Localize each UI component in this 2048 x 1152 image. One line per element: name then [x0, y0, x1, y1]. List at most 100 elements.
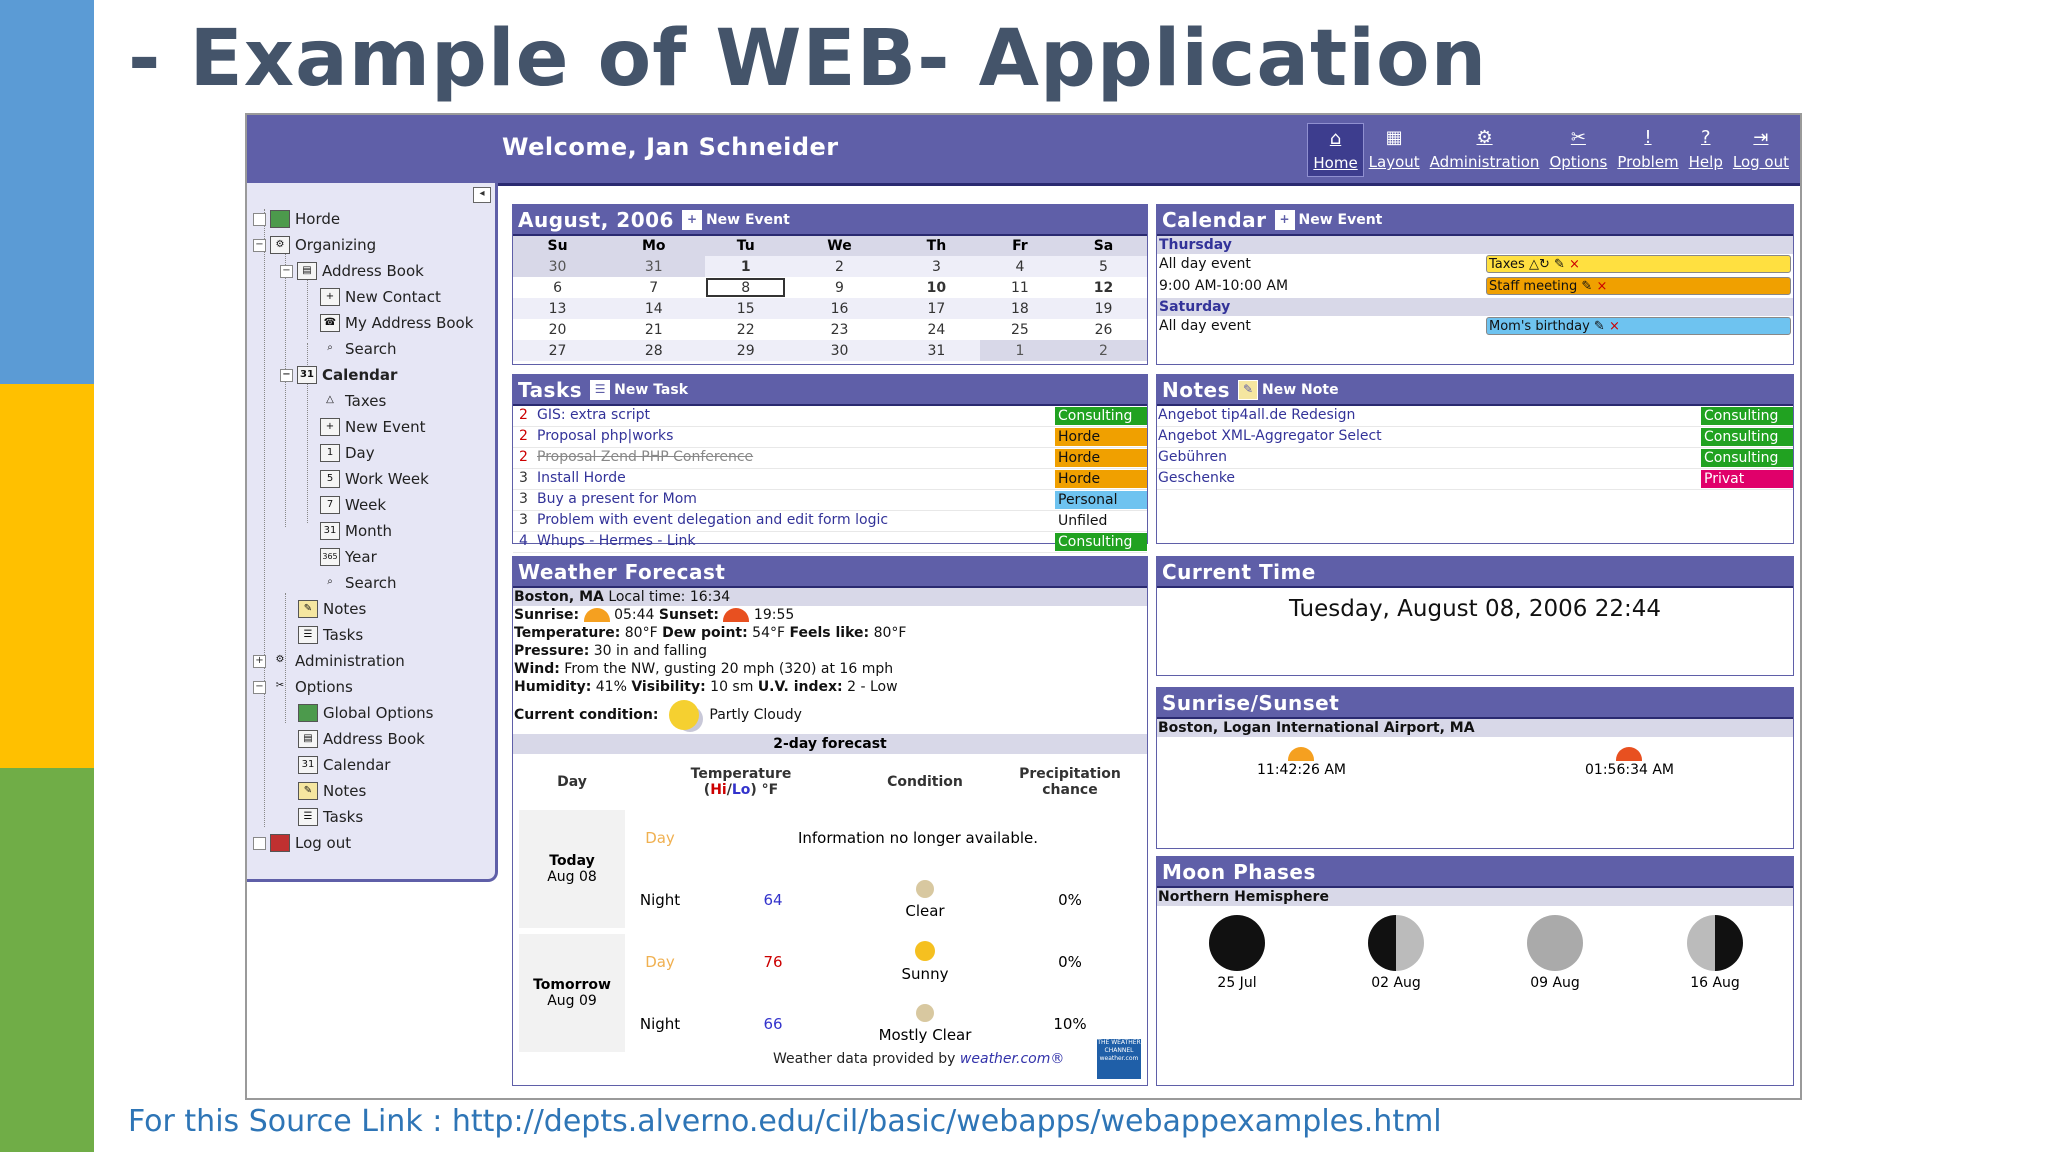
day-cell[interactable]: 5	[1059, 256, 1147, 277]
event-tag-moms-birthday[interactable]: Mom's birthday ✎ ×	[1486, 317, 1791, 335]
day-cell[interactable]: 29	[705, 340, 787, 361]
day-cell[interactable]: 23	[786, 319, 893, 340]
task-row[interactable]: 2 Proposal php|works Horde	[513, 427, 1147, 448]
delete-icon[interactable]: ×	[1596, 279, 1607, 294]
day-cell-today[interactable]: 8	[705, 277, 787, 298]
new-event-link[interactable]: New Event	[706, 212, 790, 228]
day-cell[interactable]: 11	[979, 277, 1060, 298]
day-cell[interactable]: 1	[705, 256, 787, 277]
day-cell[interactable]: 20	[513, 319, 603, 340]
day-cell[interactable]: 26	[1059, 319, 1147, 340]
sidebar-item-week[interactable]: 7 Week	[320, 493, 386, 517]
day-cell[interactable]: 10	[892, 277, 980, 298]
sidebar-item-year[interactable]: 365 Year	[320, 545, 377, 569]
edit-icon[interactable]: ✎	[1594, 319, 1605, 334]
task-row[interactable]: 2 GIS: extra script Consulting	[513, 406, 1147, 427]
new-event-icon[interactable]: +	[681, 209, 702, 230]
sidebar-item-work-week[interactable]: 5 Work Week	[320, 467, 429, 491]
tree-toggle[interactable]: −	[253, 238, 266, 252]
sidebar-item-month[interactable]: 31 Month	[320, 519, 392, 543]
sidebar-item-options[interactable]: − ✂ Options	[253, 675, 353, 699]
task-row[interactable]: 3 Install Horde Horde	[513, 469, 1147, 490]
sidebar-item-options-notes[interactable]: ✎ Notes	[298, 779, 366, 803]
sidebar-item-my-address-book[interactable]: ☎ My Address Book	[320, 311, 473, 335]
day-cell[interactable]: 28	[602, 340, 706, 361]
event-row[interactable]: All day event Mom's birthday ✎ ×	[1157, 316, 1793, 338]
sidebar-item-day[interactable]: 1 Day	[320, 441, 375, 465]
sidebar-item-new-contact[interactable]: + New Contact	[320, 285, 441, 309]
sidebar-item-notes[interactable]: ✎ Notes	[298, 597, 366, 621]
sidebar-item-search[interactable]: ⌕ Search	[320, 337, 396, 361]
day-cell[interactable]: 7	[602, 277, 706, 298]
new-event-icon[interactable]: +	[1274, 209, 1295, 230]
sidebar-item-address-book[interactable]: − ▤ Address Book	[280, 259, 424, 283]
day-cell[interactable]: 12	[1059, 277, 1147, 298]
nav-layout[interactable]: ▦ Layout	[1364, 123, 1425, 177]
task-name[interactable]: GIS: extra script	[537, 407, 650, 423]
day-cell[interactable]: 14	[602, 298, 706, 319]
task-name[interactable]: Buy a present for Mom	[537, 491, 697, 507]
tree-toggle[interactable]	[253, 212, 266, 226]
day-cell[interactable]: 31	[892, 340, 980, 361]
tree-toggle[interactable]: −	[253, 680, 266, 694]
event-row[interactable]: 9:00 AM-10:00 AM Staff meeting ✎ ×	[1157, 276, 1793, 298]
note-name[interactable]: Gebühren	[1158, 449, 1227, 465]
day-cell[interactable]: 1	[979, 340, 1060, 361]
sidebar-item-horde[interactable]: Horde	[253, 207, 340, 231]
day-cell[interactable]: 24	[892, 319, 980, 340]
note-row[interactable]: Angebot tip4all.de Redesign Consulting	[1157, 406, 1793, 427]
source-link[interactable]: http://depts.alverno.edu/cil/basic/webap…	[452, 1104, 1442, 1139]
task-row[interactable]: 3 Problem with event delegation and edit …	[513, 511, 1147, 532]
note-name[interactable]: Angebot XML-Aggregator Select	[1158, 428, 1382, 444]
task-name[interactable]: Proposal Zend PHP Conference	[537, 449, 753, 465]
day-cell[interactable]: 30	[513, 256, 603, 277]
day-cell[interactable]: 16	[786, 298, 893, 319]
nav-help[interactable]: ? Help	[1684, 123, 1728, 177]
tree-toggle[interactable]: +	[253, 654, 266, 668]
day-cell[interactable]: 30	[786, 340, 893, 361]
note-name[interactable]: Geschenke	[1158, 470, 1235, 486]
nav-logout[interactable]: ⇥ Log out	[1728, 123, 1794, 177]
nav-options[interactable]: ✂ Options	[1544, 123, 1612, 177]
day-cell[interactable]: 6	[513, 277, 603, 298]
tree-toggle[interactable]: −	[280, 368, 293, 382]
weather-credit-link[interactable]: weather.com®	[960, 1051, 1064, 1067]
day-cell[interactable]: 9	[786, 277, 893, 298]
sidebar-item-administration[interactable]: + ⚙ Administration	[253, 649, 405, 673]
edit-icon[interactable]: ✎	[1581, 279, 1592, 294]
day-cell[interactable]: 13	[513, 298, 603, 319]
new-task-icon[interactable]: ☰	[590, 379, 611, 400]
note-row[interactable]: Gebühren Consulting	[1157, 448, 1793, 469]
day-cell[interactable]: 21	[602, 319, 706, 340]
note-name[interactable]: Angebot tip4all.de Redesign	[1158, 407, 1355, 423]
day-cell[interactable]: 22	[705, 319, 787, 340]
day-cell[interactable]: 31	[602, 256, 706, 277]
day-cell[interactable]: 2	[1059, 340, 1147, 361]
weather-channel-logo[interactable]: THE WEATHER CHANNEL weather.com	[1097, 1039, 1141, 1079]
sidebar-item-taxes[interactable]: △ Taxes	[320, 389, 386, 413]
sidebar-item-tasks[interactable]: ☰ Tasks	[298, 623, 363, 647]
sidebar-item-organizing[interactable]: − ⚙ Organizing	[253, 233, 376, 257]
day-cell[interactable]: 15	[705, 298, 787, 319]
task-name[interactable]: Whups - Hermes - Link	[537, 533, 696, 549]
task-row[interactable]: 4 Whups - Hermes - Link Consulting	[513, 532, 1147, 553]
task-name[interactable]: Problem with event delegation and edit f…	[537, 512, 888, 528]
sidebar-item-new-event[interactable]: + New Event	[320, 415, 425, 439]
nav-home[interactable]: ⌂ Home	[1307, 123, 1364, 177]
sidebar-item-options-address-book[interactable]: ▤ Address Book	[298, 727, 425, 751]
tree-toggle[interactable]: −	[280, 264, 293, 278]
task-name[interactable]: Proposal php|works	[537, 428, 673, 444]
event-tag-staff-meeting[interactable]: Staff meeting ✎ ×	[1486, 277, 1791, 295]
day-cell[interactable]: 2	[786, 256, 893, 277]
new-task-link[interactable]: New Task	[614, 382, 688, 398]
note-row[interactable]: Geschenke Privat	[1157, 469, 1793, 490]
task-name[interactable]: Install Horde	[537, 470, 626, 486]
day-cell[interactable]: 17	[892, 298, 980, 319]
edit-icon[interactable]: ✎	[1554, 257, 1565, 272]
new-note-link[interactable]: New Note	[1262, 382, 1339, 398]
sidebar-item-logout[interactable]: Log out	[253, 831, 351, 855]
tree-toggle[interactable]	[253, 836, 266, 850]
nav-problem[interactable]: ! Problem	[1612, 123, 1683, 177]
day-cell[interactable]: 4	[979, 256, 1060, 277]
nav-administration[interactable]: ⚙ Administration	[1425, 123, 1545, 177]
